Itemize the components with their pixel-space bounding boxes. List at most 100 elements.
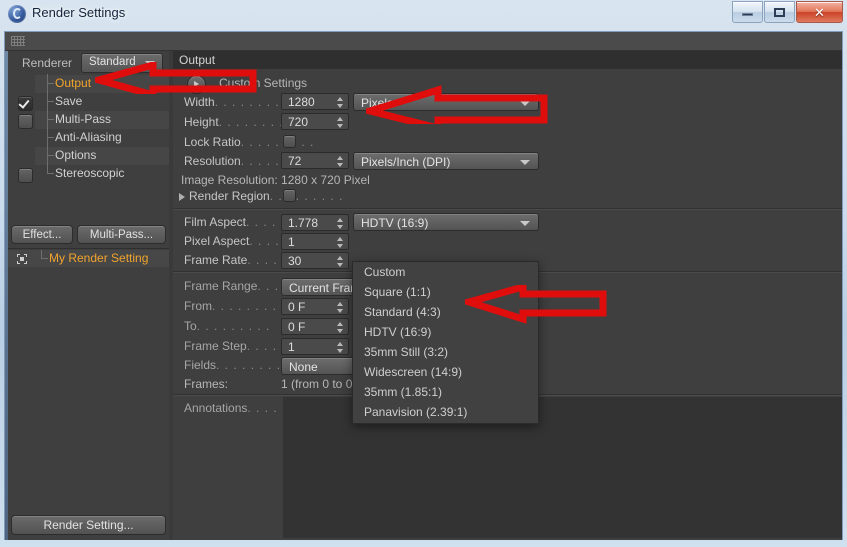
width-stepper[interactable] — [337, 96, 344, 109]
dropdown-option-widescreen[interactable]: Widescreen (14:9) — [353, 362, 538, 382]
pixel-aspect-stepper[interactable] — [337, 236, 344, 249]
dropdown-option-panavision[interactable]: Panavision (2.39:1) — [353, 402, 538, 422]
from-label: From. . . . . . . . . — [184, 299, 286, 313]
dropdown-option-square[interactable]: Square (1:1) — [353, 282, 538, 302]
tree-dash — [47, 101, 54, 102]
film-aspect-label-text: Film Aspect — [184, 215, 247, 229]
sidebar-item-anti-aliasing[interactable]: Anti-Aliasing — [8, 128, 169, 147]
chevron-down-icon — [520, 221, 530, 226]
frame-step-value: 1 — [288, 340, 295, 354]
from-input[interactable]: 0 F — [281, 298, 349, 315]
title-bar: Render Settings ✕ — [0, 0, 847, 30]
multi-pass-checkbox[interactable] — [18, 114, 33, 129]
to-stepper[interactable] — [337, 321, 344, 334]
sidebar-item-stereoscopic[interactable]: Stereoscopic — [8, 164, 169, 183]
resolution-unit-dropdown[interactable]: Pixels/Inch (DPI) — [353, 152, 539, 170]
dot-leader: . . . . . . . . . — [212, 299, 286, 313]
tree-dash — [47, 83, 54, 84]
multi-pass-button[interactable]: Multi-Pass... — [77, 225, 166, 244]
sidebar-button-row: Effect... Multi-Pass... — [11, 225, 166, 244]
close-button[interactable]: ✕ — [796, 1, 843, 23]
output-section-title: Output — [179, 53, 216, 67]
sidebar-item-options[interactable]: Options — [8, 146, 169, 165]
frame-rate-stepper[interactable] — [337, 255, 344, 268]
effect-button[interactable]: Effect... — [11, 225, 73, 244]
sidebar-item-multi-pass[interactable]: Multi-Pass — [8, 110, 169, 129]
sidebar-item-label: Stereoscopic — [55, 166, 125, 180]
frame-rate-value: 30 — [288, 254, 302, 268]
render-region-checkbox[interactable] — [283, 189, 296, 202]
stereoscopic-checkbox[interactable] — [18, 168, 33, 183]
height-input[interactable]: 720 — [281, 113, 349, 130]
dot-leader: . . . . . . . . . — [240, 135, 315, 149]
resolution-label-text: Resolution — [184, 154, 241, 168]
lock-ratio-checkbox[interactable] — [283, 135, 296, 148]
sidebar: Renderer Standard Output Save Multi-Pass… — [5, 51, 169, 540]
dropdown-option-custom[interactable]: Custom — [353, 262, 538, 282]
dropdown-option-standard[interactable]: Standard (4:3) — [353, 302, 538, 322]
resolution-stepper[interactable] — [337, 155, 344, 168]
frame-rate-label-text: Frame Rate — [184, 253, 248, 267]
sidebar-item-label: Anti-Aliasing — [55, 130, 122, 144]
width-unit-dropdown[interactable]: Pixels — [353, 93, 539, 111]
renderer-dropdown[interactable]: Standard — [81, 53, 163, 73]
chevron-down-icon — [145, 61, 155, 66]
dropdown-option-35mm[interactable]: 35mm (1.85:1) — [353, 382, 538, 402]
resolution-input[interactable]: 72 — [281, 152, 349, 169]
from-value: 0 F — [288, 300, 306, 314]
minimize-button[interactable] — [732, 1, 763, 23]
save-checkbox[interactable] — [18, 96, 33, 111]
custom-settings-expand-button[interactable] — [187, 75, 206, 94]
sidebar-item-label: Output — [55, 76, 92, 90]
render-setting-marker-icon — [17, 254, 27, 264]
frame-rate-input[interactable]: 30 — [281, 252, 349, 269]
dot-leader: . . . . . . . . . — [214, 95, 289, 109]
chevron-down-icon — [520, 101, 530, 106]
width-input[interactable]: 1280 — [281, 93, 349, 110]
film-aspect-input[interactable]: 1.778 — [281, 214, 349, 231]
render-setting-name: My Render Setting — [49, 251, 149, 265]
sidebar-item-output[interactable]: Output — [8, 74, 169, 93]
option-label: Panavision (2.39:1) — [364, 405, 468, 419]
film-aspect-preset-value: HDTV (16:9) — [361, 216, 429, 230]
film-aspect-value: 1.778 — [288, 216, 319, 230]
option-label: HDTV (16:9) — [364, 325, 432, 339]
height-stepper[interactable] — [337, 116, 344, 129]
resolution-unit-value: Pixels/Inch (DPI) — [361, 155, 451, 169]
option-label: 35mm (1.85:1) — [364, 385, 443, 399]
cinema4d-logo-icon — [8, 5, 26, 23]
toolbar-grip-strip — [5, 32, 842, 51]
film-aspect-preset-dropdown[interactable]: HDTV (16:9) — [353, 213, 539, 231]
render-region-label-text: Render Region — [189, 189, 270, 203]
section-divider — [173, 208, 842, 210]
window-title: Render Settings — [32, 5, 126, 20]
film-aspect-stepper[interactable] — [337, 217, 344, 230]
sidebar-item-label: Multi-Pass — [55, 112, 112, 126]
option-label: Square (1:1) — [364, 285, 431, 299]
from-stepper[interactable] — [337, 301, 344, 314]
dropdown-option-35mm-still[interactable]: 35mm Still (3:2) — [353, 342, 538, 362]
frame-step-label-text: Frame Step — [184, 339, 247, 353]
to-label: To. . . . . . . . . — [184, 319, 270, 333]
close-icon: ✕ — [814, 4, 825, 20]
pixel-aspect-input[interactable]: 1 — [281, 233, 349, 250]
tree-dash — [47, 155, 54, 156]
film-aspect-options-popup[interactable]: Custom Square (1:1) Standard (4:3) HDTV … — [352, 261, 539, 424]
maximize-button[interactable] — [764, 1, 795, 23]
render-settings-window: Render Settings ✕ Renderer Standard Outp… — [0, 0, 847, 547]
renderer-value: Standard — [89, 56, 136, 68]
render-region-expand-icon[interactable] — [179, 193, 185, 201]
to-input[interactable]: 0 F — [281, 318, 349, 335]
dropdown-option-hdtv[interactable]: HDTV (16:9) — [353, 322, 538, 342]
render-setting-button[interactable]: Render Setting... — [11, 515, 166, 535]
window-frame: Renderer Standard Output Save Multi-Pass… — [4, 31, 843, 540]
renderer-label: Renderer — [22, 56, 73, 70]
render-region-label: Render Region. . . . . . . . . — [189, 189, 343, 203]
sidebar-item-save[interactable]: Save — [8, 92, 169, 111]
dot-leader: . . . . . . . . . — [216, 358, 290, 372]
drag-grip-icon[interactable] — [11, 36, 25, 46]
frame-step-stepper[interactable] — [337, 341, 344, 354]
pixel-aspect-label-text: Pixel Aspect — [184, 234, 250, 248]
frame-step-input[interactable]: 1 — [281, 338, 349, 355]
render-setting-list-item[interactable]: My Render Setting — [8, 250, 169, 267]
